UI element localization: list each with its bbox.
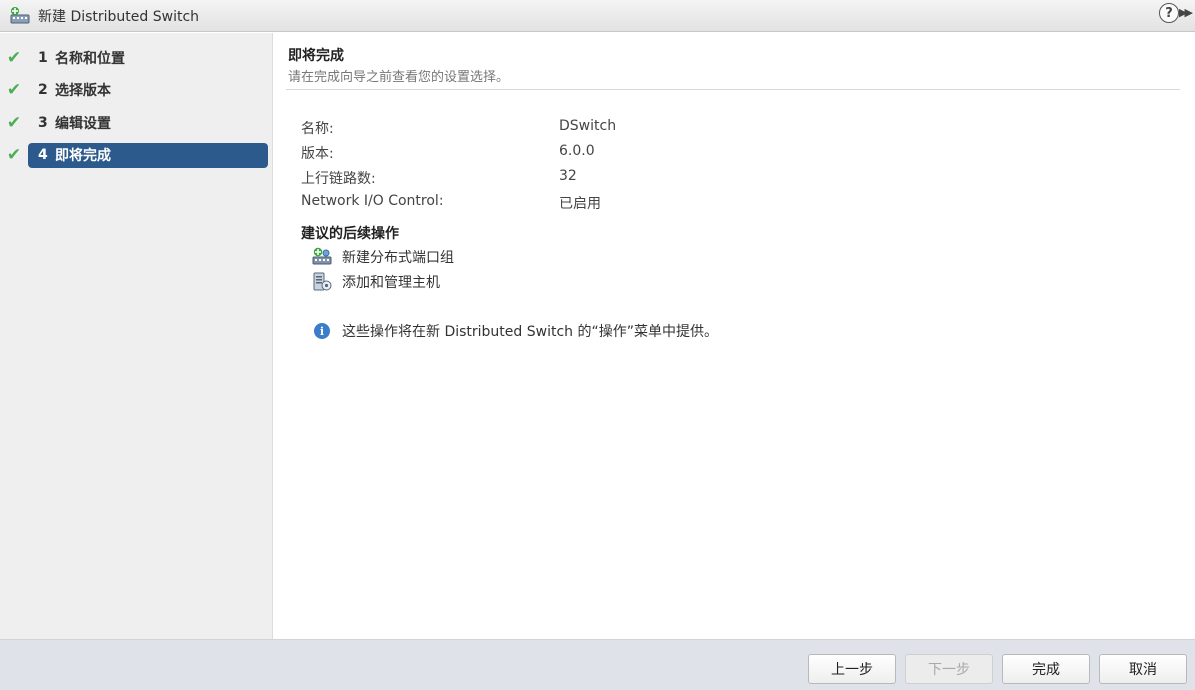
next-button[interactable]: 下一步 [905, 654, 993, 684]
summary-value: 已启用 [559, 196, 601, 212]
step-number: 4 [38, 147, 48, 163]
action-label: 新建分布式端口组 [342, 250, 454, 266]
finish-button[interactable]: 完成 [1002, 654, 1090, 684]
info-icon: i [314, 323, 330, 339]
summary-label: Network I/O Control: [301, 193, 444, 209]
portgroup-add-icon [312, 247, 332, 267]
expand-icon[interactable]: ▶▶ [1179, 6, 1193, 20]
host-manage-icon [312, 272, 332, 292]
step-number: 2 [38, 82, 48, 98]
step-name-location[interactable]: ✔ 1 名称和位置 [0, 45, 273, 71]
wizard-content: 即将完成 请在完成向导之前查看您的设置选择。 名称: DSwitch 版本: 6… [274, 33, 1195, 639]
wizard-footer: 上一步 下一步 完成 取消 [0, 639, 1195, 690]
step-label: 名称和位置 [55, 51, 125, 67]
action-label: 添加和管理主机 [342, 275, 440, 291]
summary-label: 版本: [301, 146, 334, 162]
step-label: 编辑设置 [55, 116, 111, 132]
step-edit-settings[interactable]: ✔ 3 编辑设置 [0, 110, 273, 136]
checkmark-icon: ✔ [6, 80, 22, 100]
wizard-steps-sidebar: ✔ 1 名称和位置 ✔ 2 选择版本 ✔ 3 编辑设置 ✔ 4 即将完成 [0, 33, 273, 639]
summary-label: 名称: [301, 121, 334, 137]
step-number: 3 [38, 115, 48, 131]
step-label: 即将完成 [55, 148, 111, 164]
checkmark-icon: ✔ [6, 145, 22, 165]
info-message: i 这些操作将在新 Distributed Switch 的“操作”菜单中提供。 [314, 321, 718, 341]
checkmark-icon: ✔ [6, 113, 22, 133]
summary-value: 32 [559, 168, 577, 184]
step-ready-to-complete[interactable]: ✔ 4 即将完成 [0, 142, 273, 168]
step-number: 1 [38, 50, 48, 66]
distributed-switch-add-icon [9, 6, 31, 26]
cancel-button[interactable]: 取消 [1099, 654, 1187, 684]
step-select-version[interactable]: ✔ 2 选择版本 [0, 77, 273, 103]
header-divider [286, 89, 1180, 90]
summary-value: DSwitch [559, 118, 617, 134]
help-icon[interactable]: ? [1159, 3, 1179, 23]
summary-label: 上行链路数: [301, 171, 376, 187]
dialog-titlebar: 新建 Distributed Switch ? ▶▶ [0, 0, 1195, 32]
next-steps-title: 建议的后续操作 [301, 226, 399, 242]
step-label: 选择版本 [55, 83, 111, 99]
page-title: 即将完成 [288, 48, 344, 64]
page-subtitle: 请在完成向导之前查看您的设置选择。 [288, 70, 510, 85]
info-text: 这些操作将在新 Distributed Switch 的“操作”菜单中提供。 [342, 324, 718, 340]
checkmark-icon: ✔ [6, 48, 22, 68]
summary-value: 6.0.0 [559, 143, 595, 159]
dialog-title: 新建 Distributed Switch [38, 8, 200, 25]
action-new-port-group[interactable]: 新建分布式端口组 [312, 246, 454, 268]
action-add-manage-hosts[interactable]: 添加和管理主机 [312, 271, 440, 293]
back-button[interactable]: 上一步 [808, 654, 896, 684]
